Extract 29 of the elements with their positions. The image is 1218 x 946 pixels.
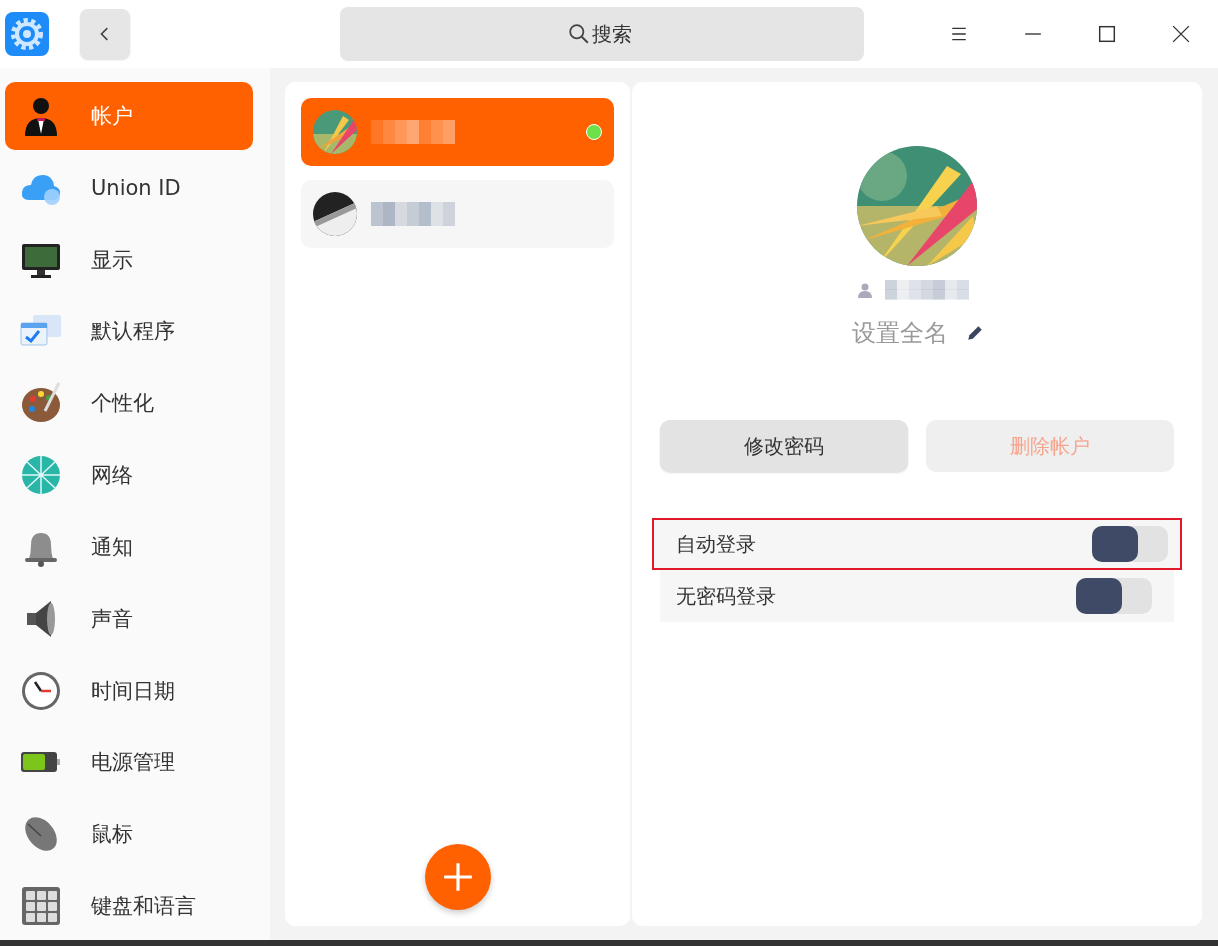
- setting-label: 自动登录: [676, 530, 756, 558]
- sidebar-item[interactable]: 声音: [5, 584, 253, 653]
- keyboard-icon: [19, 884, 63, 928]
- sidebar-item[interactable]: 网络: [5, 441, 253, 509]
- menu-icon[interactable]: [950, 25, 968, 43]
- close-icon[interactable]: [1172, 25, 1190, 43]
- change-password-button[interactable]: 修改密码: [660, 420, 908, 472]
- toggle-switch[interactable]: [1076, 578, 1152, 614]
- plus-icon: [441, 861, 474, 893]
- sidebar-item[interactable]: 通知: [5, 512, 253, 581]
- setting-label: 无密码登录: [676, 582, 776, 610]
- search-field[interactable]: 搜索: [340, 7, 864, 61]
- account-item[interactable]: [301, 180, 614, 248]
- search-icon: [568, 23, 590, 45]
- sidebar-item[interactable]: 鼠标: [5, 800, 253, 869]
- sidebar-item[interactable]: 电源管理: [5, 728, 253, 797]
- full-name-field[interactable]: 设置全名: [850, 318, 958, 348]
- toggle-switch[interactable]: [1092, 526, 1168, 562]
- sidebar-item[interactable]: 默认程序: [5, 297, 253, 366]
- pencil-icon[interactable]: [966, 324, 984, 342]
- settings-app-icon[interactable]: [5, 12, 49, 56]
- user-icon: [857, 282, 873, 298]
- sidebar-item[interactable]: 时间日期: [5, 656, 253, 725]
- maximize-icon[interactable]: [1098, 25, 1116, 43]
- sidebar-item[interactable]: 个性化: [5, 369, 253, 438]
- sidebar-item[interactable]: 显示: [5, 225, 253, 294]
- sidebar-item[interactable]: Union ID: [5, 153, 253, 222]
- add-account-button[interactable]: [424, 844, 491, 910]
- sidebar-item[interactable]: 键盘和语言: [5, 872, 253, 940]
